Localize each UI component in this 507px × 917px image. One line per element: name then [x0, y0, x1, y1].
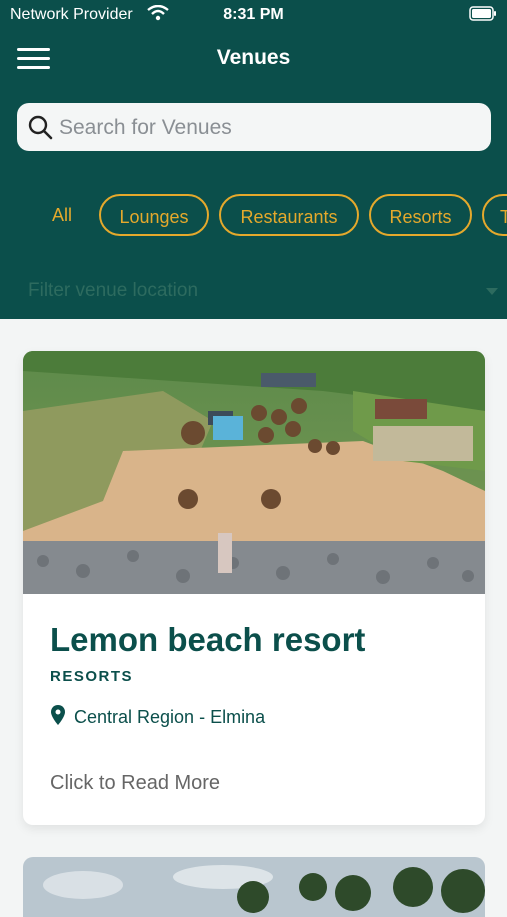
search-input[interactable] [57, 103, 481, 153]
search-icon [28, 115, 53, 140]
venue-category: RESORTS [50, 668, 134, 685]
page-title: Venues [216, 46, 291, 69]
status-time: 8:31 PM [223, 6, 284, 23]
search-bar[interactable] [17, 103, 491, 153]
read-more-link[interactable]: Click to Read More [50, 772, 220, 795]
venue-name: Lemon beach resort [50, 621, 366, 658]
location-filter-placeholder: Filter venue location [28, 280, 199, 301]
venue-card-preview[interactable] [23, 857, 485, 917]
venue-image [23, 351, 485, 594]
venue-location: Central Region - Elmina [74, 707, 266, 727]
category-chip-all[interactable]: All [40, 194, 84, 236]
category-chip-restaurants[interactable]: Restaurants [219, 194, 359, 236]
app-header: Network Provider 8:31 PM Venues All Loun… [0, 0, 507, 319]
location-pin-icon [51, 705, 65, 725]
category-chip-lounges[interactable]: Lounges [99, 194, 209, 236]
venue-image-preview [23, 857, 485, 917]
dropdown-caret-icon [486, 288, 498, 295]
status-bar: Network Provider 8:31 PM [0, 0, 507, 30]
battery-icon [469, 6, 496, 21]
category-filter-bar: All Lounges Restaurants Resorts T [0, 194, 507, 240]
location-filter-dropdown[interactable]: Filter venue location [28, 280, 498, 308]
category-chip-partial[interactable]: T [482, 194, 507, 236]
venue-card[interactable]: Lemon beach resort RESORTS Central Regio… [23, 351, 485, 825]
category-chip-resorts[interactable]: Resorts [369, 194, 472, 236]
nav-bar: Venues [0, 36, 507, 80]
